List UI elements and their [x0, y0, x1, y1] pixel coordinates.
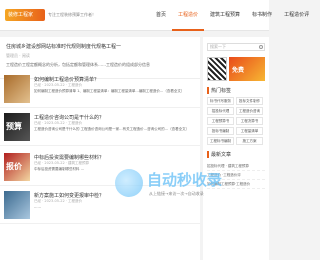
post-meta: 已经 · 2023-05-22 · 工程造价 [34, 121, 83, 125]
latest-section-title: 最新文章 [207, 151, 265, 158]
post-excerpt: 工程造价咨询公司是干什么的 工程造价咨询公司是一家…有关工程造价…咨询公司的…（… [34, 127, 190, 131]
main-content: 住房城乡建设部网站标准时代规则制度代规格工程一 管理员 · 阅读 工程造价工程定… [0, 37, 200, 260]
featured-meta: 管理员 · 阅读 [6, 53, 30, 58]
top-header: 装修工程家 专注工程装修预算工作者！ 首页 工程造价 建筑工程预算 标书制作 工… [0, 0, 309, 31]
sidebar: 搜索一下 免费 热门标签 标书代写服务 投标文件制作 招投标代理 工程造价咨询 … [203, 37, 269, 260]
tag-item[interactable]: 工程量清单 [236, 127, 263, 135]
post-excerpt: …… [34, 205, 41, 209]
sidebar-ads: 免费 [207, 57, 265, 81]
tag-item[interactable]: 工程决算书 [236, 117, 263, 125]
tag-cloud: 标书代写服务 投标文件制作 招投标代理 工程造价咨询 工程预算书 工程决算书 投… [207, 97, 265, 145]
tag-item[interactable]: 工程造价咨询 [236, 107, 263, 115]
post-item[interactable]: 如何编制工程造价预算清单？ 已经 · 2023-05-22 · 工程造价 如何编… [0, 71, 200, 108]
post-title[interactable]: 工程造价咨询公司是干什么的？ [34, 114, 194, 121]
nav-engineering-cost[interactable]: 工程造价 [172, 0, 205, 31]
nav-bid-documents[interactable]: 标书制作 [246, 0, 278, 31]
main-nav: 首页 工程造价 建筑工程预算 标书制作 工程造价评 [150, 0, 315, 31]
watermark-overlay: 自动秒收录 从上链接→来访一次→自动收录 [115, 167, 250, 203]
post-meta: 已经 · 2023-05-22 · 建筑工程预算 [34, 161, 90, 165]
tags-section-title: 热门标签 [207, 87, 265, 94]
post-excerpt: 如何编制工程造价预算清单 1、编制工程量清单：编制工程量清单…编制工程造价…（查… [34, 89, 185, 93]
site-tagline: 专注工程装修预算工作者！ [48, 12, 96, 17]
site-logo[interactable]: 装修工程家 [5, 9, 45, 21]
tag-item[interactable]: 招投标代理 [207, 107, 234, 115]
nav-cost-review[interactable]: 工程造价评 [278, 0, 315, 31]
post-thumbnail[interactable] [4, 153, 30, 181]
tag-item[interactable]: 工程预算书 [207, 117, 234, 125]
tag-item[interactable]: 标书代写服务 [207, 97, 234, 105]
tag-item[interactable]: 投标文件制作 [236, 97, 263, 105]
post-meta: 已经 · 2023-05-22 · 工程造价 [34, 199, 83, 203]
nav-construction-budget[interactable]: 建筑工程预算 [204, 0, 246, 31]
watermark-logo-icon [115, 169, 143, 197]
post-meta: 已经 · 2023-05-22 · 工程造价 [34, 83, 83, 87]
post-item[interactable]: 工程造价咨询公司是干什么的？ 已经 · 2023-05-22 · 工程造价 工程… [0, 109, 200, 146]
post-title[interactable]: 如何编制工程造价预算清单？ [34, 76, 194, 83]
post-thumbnail[interactable] [4, 75, 30, 103]
post-title[interactable]: 中标后投资需要编制哪些材料？ [34, 154, 194, 161]
watermark-text: 自动秒收录 [147, 171, 223, 189]
search-placeholder: 搜索一下 [210, 44, 226, 49]
post-thumbnail[interactable] [4, 191, 30, 219]
search-icon[interactable] [259, 45, 263, 49]
qr-code-image [207, 57, 227, 81]
search-input[interactable]: 搜索一下 [207, 43, 265, 51]
watermark-subtext: 从上链接→来访一次→自动收录 [149, 191, 204, 196]
featured-title[interactable]: 住房城乡建设部网站标准时代规则制度代规格工程一 [6, 43, 194, 50]
promo-text: 免费 [232, 67, 245, 74]
nav-home[interactable]: 首页 [150, 0, 172, 31]
tag-item[interactable]: 投标书编制 [207, 127, 234, 135]
post-thumbnail[interactable] [4, 113, 30, 141]
promo-banner[interactable]: 免费 [229, 57, 265, 81]
logo-text: 装修工程家 [8, 12, 34, 18]
tag-item[interactable]: 施工方案 [236, 137, 263, 145]
tag-item[interactable]: 工程标书编制 [207, 137, 234, 145]
